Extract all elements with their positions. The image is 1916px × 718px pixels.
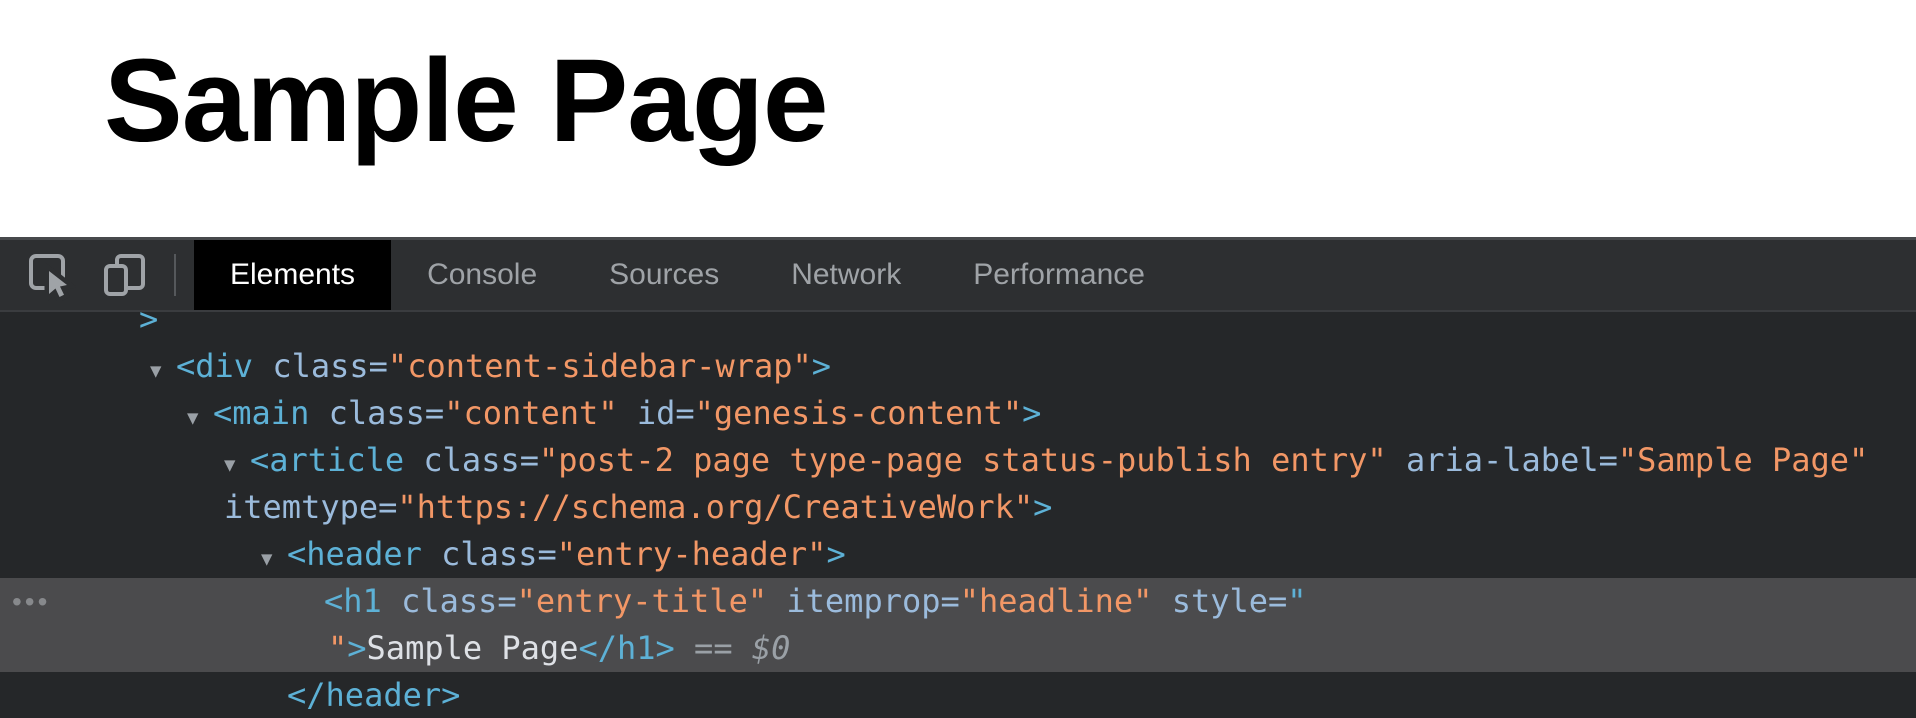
dom-row[interactable]: ▼ <article class="post-2 page type-page s… <box>0 437 1916 531</box>
devtools-toolbar: Elements Console Sources Network Performance <box>0 237 1916 312</box>
code-token: "content" <box>444 394 618 432</box>
code-line: </header> <box>0 672 1916 718</box>
code-token: > <box>1022 394 1042 432</box>
code-line: ▼ <header class="entry-header"> <box>0 531 1916 578</box>
dom-row[interactable]: > <box>0 312 1916 343</box>
tab-network[interactable]: Network <box>755 240 937 310</box>
code-token: " <box>328 629 348 667</box>
expand-arrow-icon[interactable]: ▼ <box>150 348 176 395</box>
code-token: > <box>1033 488 1053 526</box>
page-title: Sample Page <box>104 35 829 167</box>
code-token: itemprop= <box>786 582 960 620</box>
code-token: <main <box>213 394 310 432</box>
dom-row[interactable]: </header> <box>0 672 1916 718</box>
code-token: class= <box>328 394 445 432</box>
code-token: </header> <box>287 676 461 714</box>
expand-arrow-icon[interactable]: ▼ <box>187 395 213 442</box>
code-token: "post-2 page type-page status-publish en… <box>538 441 1387 479</box>
code-token: "Sample Page" <box>1617 441 1869 479</box>
code-line: ▼ <div class="content-sidebar-wrap"> <box>0 343 1916 390</box>
code-token: style= <box>1171 582 1288 620</box>
code-token: "https://schema.org/CreativeWork" <box>397 488 1034 526</box>
code-token: " <box>1287 582 1307 620</box>
code-token: > <box>811 347 832 385</box>
dollar-zero-marker: $0 <box>751 629 791 667</box>
code-token: "entry-header" <box>556 535 827 573</box>
code-token: "genesis-content" <box>694 394 1023 432</box>
code-token: aria-label= <box>1405 441 1618 479</box>
code-token: class= <box>272 347 388 385</box>
tab-sources[interactable]: Sources <box>573 240 755 310</box>
code-token: "entry-title" <box>516 582 768 620</box>
tab-elements[interactable]: Elements <box>194 240 392 310</box>
code-line: ▼ <article class="post-2 page type-page s… <box>0 437 1916 484</box>
rendered-page: Sample Page <box>0 0 1916 237</box>
code-token: > <box>139 312 159 338</box>
code-token: "content-sidebar-wrap" <box>387 347 812 385</box>
code-token: <article <box>250 441 405 479</box>
code-token: == <box>674 629 752 667</box>
devtools-panel: Elements Console Sources Network Performance… <box>0 237 1916 718</box>
toolbar-icons <box>0 240 194 310</box>
expand-arrow-icon[interactable]: ▼ <box>261 536 287 583</box>
tab-performance[interactable]: Performance <box>937 240 1181 310</box>
code-token: itemtype= <box>224 488 398 526</box>
code-token: "headline" <box>959 582 1153 620</box>
toggle-device-toolbar-icon[interactable] <box>98 249 150 301</box>
dom-row[interactable]: ••• <h1 class="entry-title" itemprop="hea… <box>0 578 1916 672</box>
code-line: > <box>0 312 1916 343</box>
code-token: class= <box>441 535 557 573</box>
tab-console[interactable]: Console <box>391 240 573 310</box>
dom-row[interactable]: ▼ <div class="content-sidebar-wrap"> <box>0 343 1916 390</box>
code-line: ▼ <main class="content" id="genesis-conte… <box>0 390 1916 437</box>
code-token: id= <box>636 394 695 432</box>
dom-row[interactable]: ▼ <header class="entry-header"> <box>0 531 1916 578</box>
inspect-element-icon[interactable] <box>24 249 76 301</box>
row-actions-dots-icon[interactable]: ••• <box>12 578 50 625</box>
elements-tree: > ▼ <div class="content-sidebar-wrap"> ▼ <ma… <box>0 312 1916 718</box>
toolbar-divider <box>174 254 176 296</box>
tab-bar: Elements Console Sources Network Performance <box>194 240 1181 310</box>
code-token: > <box>347 629 367 667</box>
expand-arrow-icon[interactable]: ▼ <box>224 442 250 489</box>
code-line: <h1 class="entry-title" itemprop="headli… <box>0 578 1916 625</box>
code-token: > <box>826 535 846 573</box>
code-token: class= <box>423 441 539 479</box>
code-token: </h1> <box>578 629 675 667</box>
dom-row[interactable]: ▼ <main class="content" id="genesis-conte… <box>0 390 1916 437</box>
code-token: <div <box>176 347 254 385</box>
code-line-wrap: ">Sample Page</h1> == $0 <box>0 625 1916 672</box>
code-token: class= <box>401 582 517 620</box>
code-token: <header <box>287 535 422 573</box>
code-token: Sample Page <box>366 629 579 667</box>
code-line-wrap: itemtype="https://schema.org/CreativeWor… <box>0 484 1916 531</box>
code-token: <h1 <box>324 582 382 620</box>
